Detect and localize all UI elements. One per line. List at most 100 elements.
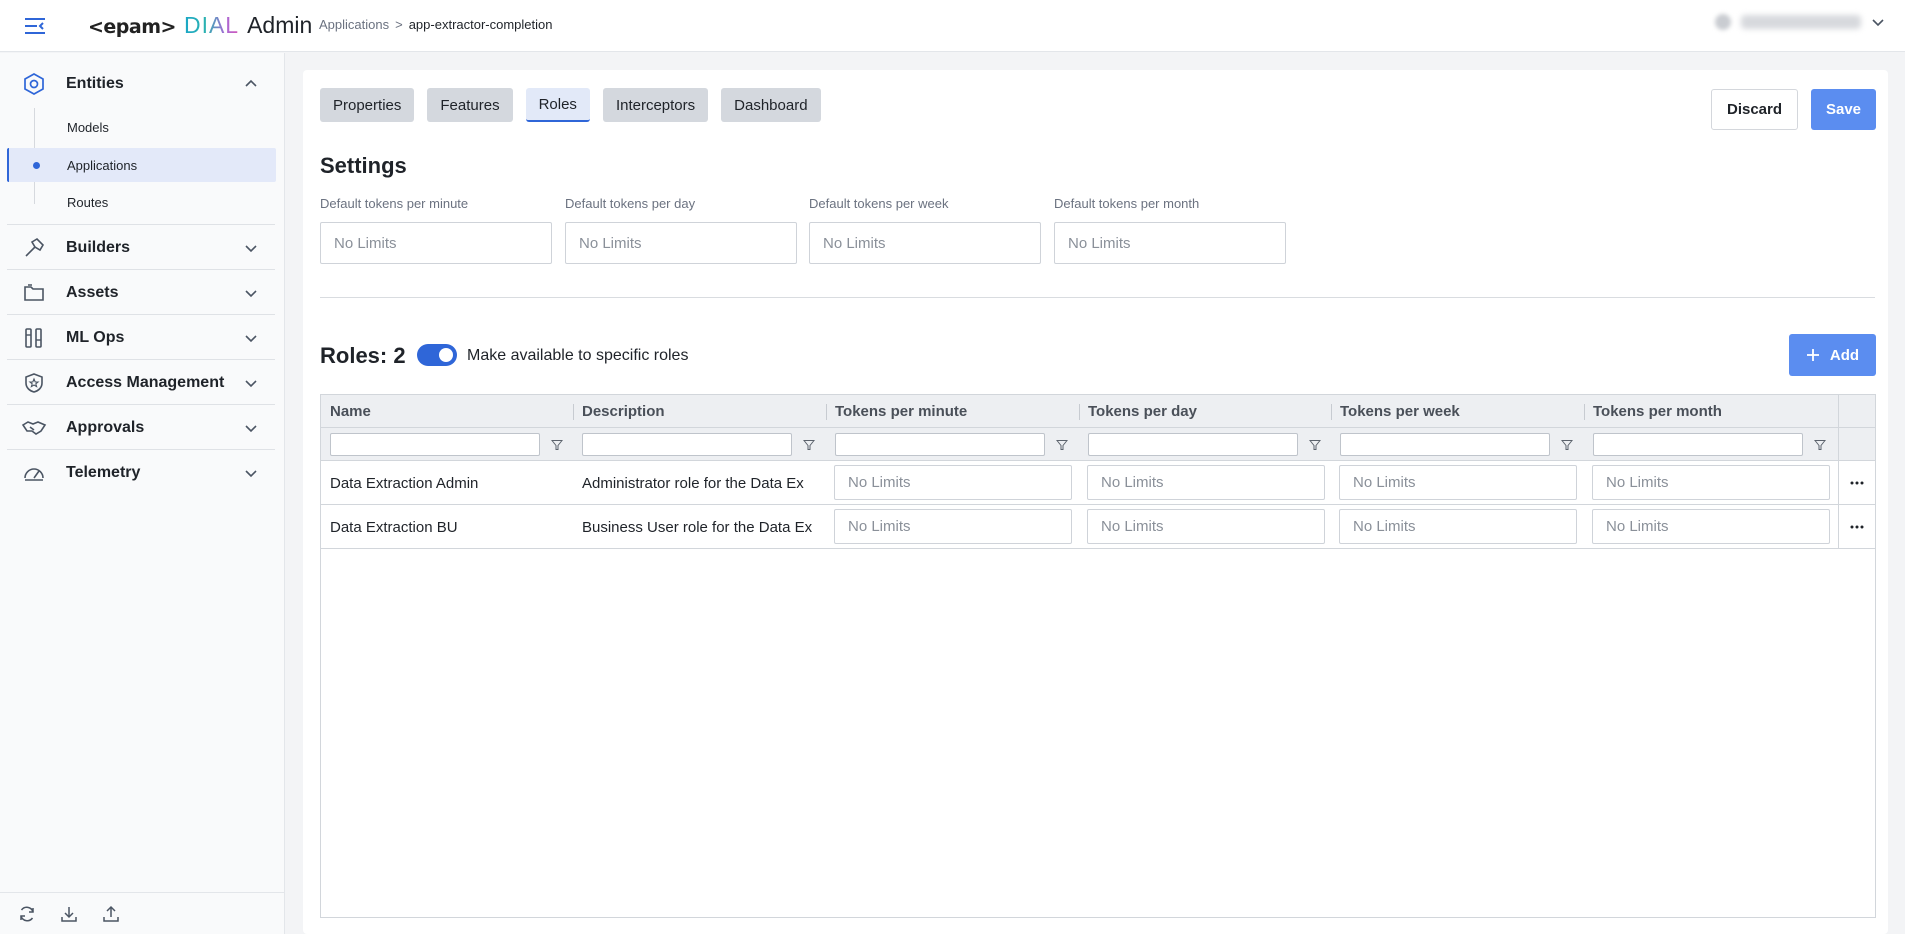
user-menu[interactable] <box>1715 14 1885 30</box>
row-tokens-per-week-input[interactable] <box>1339 465 1577 500</box>
logo-epam: <epam> <box>88 16 176 38</box>
download-icon[interactable] <box>59 904 79 924</box>
filter-icon[interactable] <box>802 438 816 452</box>
specific-roles-toggle[interactable] <box>417 344 457 366</box>
nav-label-entities: Entities <box>66 74 124 92</box>
chevron-down-icon <box>1871 15 1885 29</box>
filter-icon[interactable] <box>550 438 564 452</box>
nav-header-builders[interactable]: Builders <box>0 225 285 270</box>
sidebar-item-routes[interactable]: Routes <box>7 185 276 219</box>
sidebar-item-label: Routes <box>67 194 109 210</box>
filter-icon[interactable] <box>1308 438 1322 452</box>
sidebar-item-models[interactable]: Models <box>7 110 276 144</box>
breadcrumb-current: app-extractor-completion <box>408 17 553 32</box>
nav-header-entities[interactable]: Entities <box>0 61 285 106</box>
filter-tokens-per-minute <box>835 433 1069 456</box>
section-divider <box>320 297 1875 298</box>
sidebar-item-applications[interactable]: Applications <box>7 148 276 182</box>
row-tokens-per-week-input[interactable] <box>1339 509 1577 544</box>
nav-label-access-management: Access Management <box>66 373 225 391</box>
row-tokens-per-month-input[interactable] <box>1592 509 1830 544</box>
nav-header-access-management[interactable]: Access Management <box>0 360 285 405</box>
column-header-tokens-per-month[interactable]: Tokens per month <box>1584 395 1837 428</box>
table-row: Data Extraction Admin Administrator role… <box>321 461 1875 505</box>
row-actions-button[interactable] <box>1838 461 1875 505</box>
field-label: Default tokens per day <box>565 196 696 211</box>
nav-header-approvals[interactable]: Approvals <box>0 405 285 450</box>
row-tokens-per-day-input[interactable] <box>1087 509 1325 544</box>
default-tokens-per-day-input[interactable] <box>565 222 797 264</box>
filter-icon[interactable] <box>1055 438 1069 452</box>
field-label: Default tokens per minute <box>320 196 469 211</box>
menu-collapse-button[interactable] <box>18 9 52 43</box>
filter-icon[interactable] <box>1813 438 1827 452</box>
column-header-tokens-per-day[interactable]: Tokens per day <box>1079 395 1331 428</box>
roles-count: 2 <box>393 343 406 368</box>
chevron-down-icon <box>242 464 260 482</box>
nav-label-builders: Builders <box>66 238 131 256</box>
refresh-icon[interactable] <box>17 904 37 924</box>
field-label: Default tokens per month <box>1054 196 1200 211</box>
default-tokens-per-minute-input[interactable] <box>320 222 552 264</box>
row-actions-button[interactable] <box>1838 505 1875 549</box>
ml-ops-icon <box>21 325 47 351</box>
nav-group-telemetry: Telemetry <box>0 450 285 495</box>
table-row: Data Extraction BU Business User role fo… <box>321 505 1875 549</box>
filter-row <box>321 428 1875 461</box>
roles-table: Name Description Tokens per minute Token… <box>320 394 1876 918</box>
nav-header-ml-ops[interactable]: ML Ops <box>0 315 285 360</box>
breadcrumb: Applications > app-extractor-completion <box>319 17 553 32</box>
tab-properties[interactable]: Properties <box>320 88 415 122</box>
column-header-tokens-per-minute[interactable]: Tokens per minute <box>826 395 1079 428</box>
field-label: Default tokens per week <box>809 196 949 211</box>
roles-title: Roles: 2 <box>320 343 406 369</box>
upload-icon[interactable] <box>101 904 121 924</box>
row-tokens-per-minute-input[interactable] <box>834 465 1072 500</box>
filter-input-tokens-per-week[interactable] <box>1340 433 1550 456</box>
cell-role-name: Data Extraction BU <box>330 518 458 536</box>
nav-group-access-management: Access Management <box>0 360 285 405</box>
add-role-button[interactable]: Add <box>1789 334 1876 376</box>
default-tokens-per-week-input[interactable] <box>809 222 1041 264</box>
nav-label-ml-ops: ML Ops <box>66 328 125 346</box>
discard-button[interactable]: Discard <box>1711 89 1798 130</box>
column-header-tokens-per-week[interactable]: Tokens per week <box>1331 395 1584 428</box>
filter-input-name[interactable] <box>330 433 540 456</box>
breadcrumb-parent-link[interactable]: Applications <box>319 17 389 32</box>
more-horizontal-icon <box>1850 525 1864 529</box>
row-tokens-per-day-input[interactable] <box>1087 465 1325 500</box>
top-bar: <epam> DIAL Admin Applications > app-ext… <box>0 0 1905 52</box>
filter-input-tokens-per-month[interactable] <box>1593 433 1803 456</box>
sidebar: Entities Models Applications Routes Buil… <box>0 53 285 934</box>
active-indicator-dot <box>33 162 40 169</box>
roles-title-prefix: Roles: <box>320 343 388 368</box>
logo-dial: DIAL <box>183 12 240 38</box>
cell-role-name: Data Extraction Admin <box>330 474 479 492</box>
filter-icon[interactable] <box>1560 438 1574 452</box>
filter-description <box>582 433 816 456</box>
column-header-name[interactable]: Name <box>321 395 573 428</box>
tab-dashboard[interactable]: Dashboard <box>721 88 821 122</box>
tab-interceptors[interactable]: Interceptors <box>602 88 709 122</box>
default-tokens-per-month-input[interactable] <box>1054 222 1286 264</box>
save-button[interactable]: Save <box>1811 89 1876 130</box>
chevron-down-icon <box>242 419 260 437</box>
app-logo: <epam> DIAL Admin <box>88 12 312 39</box>
nav-group-entities: Entities <box>0 61 285 106</box>
main-panel: Properties Features Roles Interceptors D… <box>303 70 1888 934</box>
filter-input-tokens-per-minute[interactable] <box>835 433 1045 456</box>
chevron-down-icon <box>242 284 260 302</box>
more-horizontal-icon <box>1850 481 1864 485</box>
row-tokens-per-month-input[interactable] <box>1592 465 1830 500</box>
table-header: Name Description Tokens per minute Token… <box>321 395 1875 428</box>
nav-header-telemetry[interactable]: Telemetry <box>0 450 285 495</box>
folder-icon <box>21 280 47 306</box>
tab-features[interactable]: Features <box>427 88 513 122</box>
nav-header-assets[interactable]: Assets <box>0 270 285 315</box>
column-header-description[interactable]: Description <box>573 395 826 428</box>
row-tokens-per-minute-input[interactable] <box>834 509 1072 544</box>
filter-input-tokens-per-day[interactable] <box>1088 433 1298 456</box>
filter-input-description[interactable] <box>582 433 792 456</box>
sidebar-footer <box>0 892 285 934</box>
tab-roles[interactable]: Roles <box>525 88 590 122</box>
